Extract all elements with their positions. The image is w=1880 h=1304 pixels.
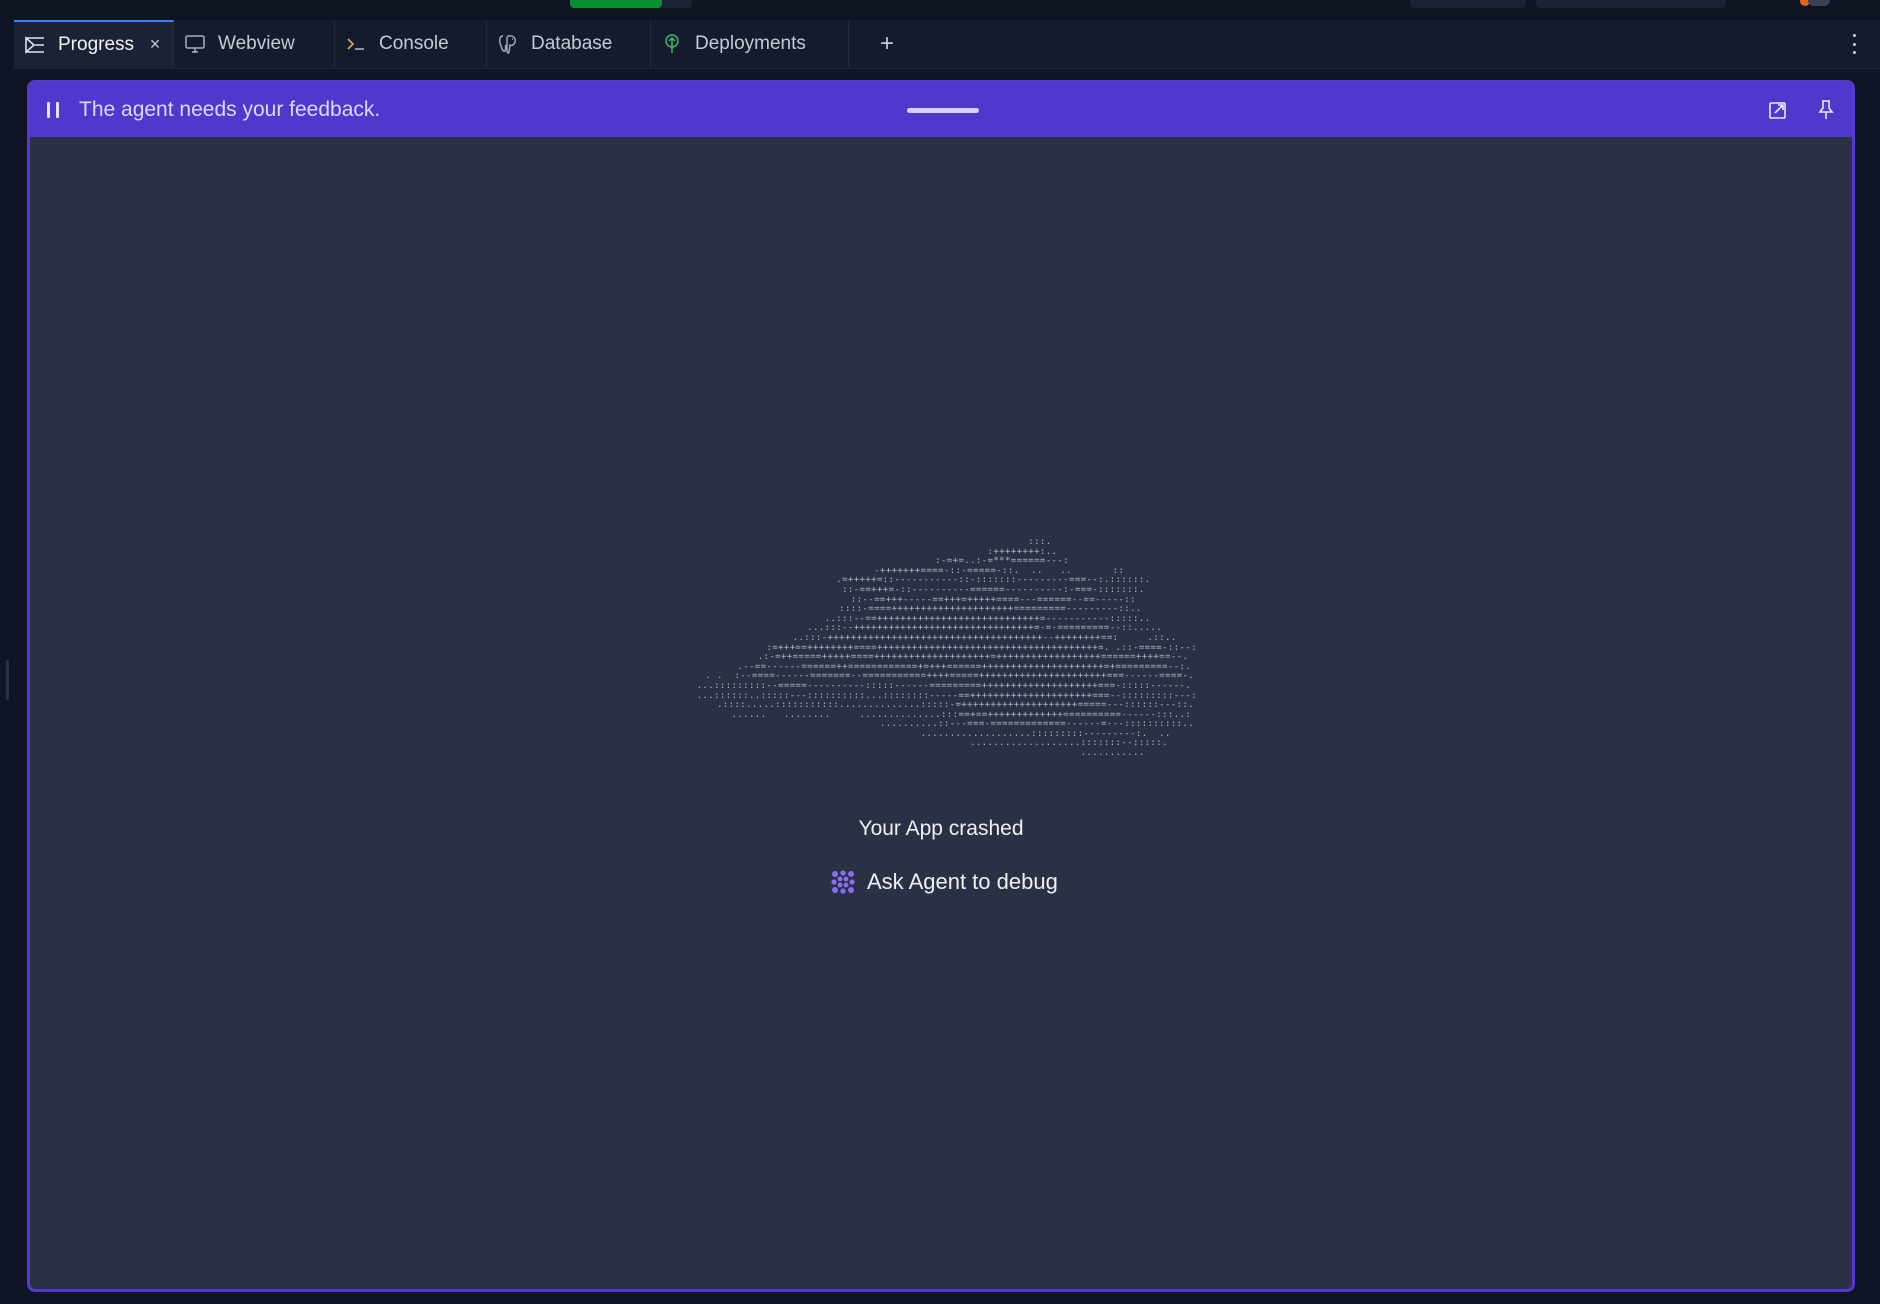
pause-icon[interactable] bbox=[47, 102, 59, 118]
banner-message: The agent needs your feedback. bbox=[79, 98, 381, 121]
top-header-strip bbox=[0, 0, 1880, 20]
header-pill-button[interactable] bbox=[1536, 0, 1726, 8]
feedback-banner: The agent needs your feedback. bbox=[30, 83, 1852, 137]
add-tab-button[interactable]: + bbox=[872, 20, 902, 68]
drag-handle[interactable] bbox=[907, 108, 979, 113]
tab-label: Progress bbox=[58, 34, 135, 55]
pin-icon[interactable] bbox=[1814, 98, 1838, 122]
open-external-icon[interactable] bbox=[1766, 98, 1790, 122]
crash-title: Your App crashed bbox=[858, 817, 1024, 840]
tab-label: Webview bbox=[218, 33, 295, 54]
debug-button-label: Ask Agent to debug bbox=[867, 869, 1058, 894]
postgres-icon bbox=[497, 33, 519, 55]
terminal-icon bbox=[345, 33, 367, 55]
more-options-icon[interactable] bbox=[1848, 32, 1860, 56]
run-button[interactable] bbox=[570, 0, 662, 8]
close-icon[interactable]: × bbox=[147, 35, 163, 53]
tab-console[interactable]: Console bbox=[335, 20, 487, 68]
tab-label: Console bbox=[379, 33, 449, 54]
tab-webview[interactable]: Webview bbox=[174, 20, 335, 68]
left-sidebar-edge bbox=[0, 20, 14, 1304]
crash-ascii-art: :::. :++++++++:.. :-=+=..:-=***======---… bbox=[696, 537, 1198, 759]
tab-progress[interactable]: Progress × bbox=[14, 20, 174, 68]
agent-icon bbox=[829, 868, 857, 896]
deployments-icon bbox=[661, 33, 683, 55]
monitor-icon bbox=[184, 33, 206, 55]
tab-bar: Progress × Webview Console Database Depl… bbox=[14, 20, 1880, 69]
progress-panel: The agent needs your feedback. :::. :+++… bbox=[27, 80, 1855, 1292]
tab-label: Database bbox=[531, 33, 613, 54]
header-pill-button[interactable] bbox=[1410, 0, 1526, 8]
resize-handle[interactable] bbox=[6, 660, 9, 700]
avatar[interactable] bbox=[1808, 0, 1830, 6]
tab-deployments[interactable]: Deployments bbox=[651, 20, 849, 68]
ask-agent-debug-button[interactable]: Ask Agent to debug bbox=[829, 862, 1058, 902]
run-options-button[interactable] bbox=[662, 0, 692, 8]
progress-icon bbox=[24, 34, 46, 56]
tab-label: Deployments bbox=[695, 33, 806, 54]
tab-database[interactable]: Database bbox=[487, 20, 651, 68]
